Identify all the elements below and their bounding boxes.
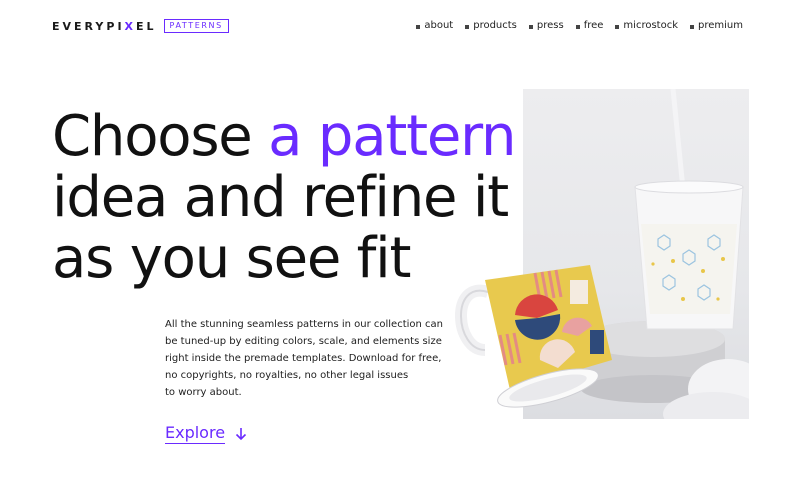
- description-line: All the stunning seamless patterns in ou…: [165, 319, 444, 330]
- headline-line-3: as you see fit: [52, 226, 412, 291]
- bullet-icon: [690, 25, 694, 29]
- nav-item-products[interactable]: products: [465, 20, 517, 31]
- nav-item-label: microstock: [623, 20, 678, 31]
- nav-item-press[interactable]: press: [528, 20, 564, 31]
- headline-line-1: Choose a pattern: [52, 104, 516, 169]
- bullet-icon: [528, 25, 533, 29]
- logo-wordmark: EVERYPIXEL: [52, 19, 157, 33]
- nav-item-about[interactable]: about: [416, 20, 453, 31]
- main-nav: about products press free microstock pre…: [416, 20, 743, 31]
- hero-headline: Choose a pattern idea and refine it as y…: [52, 104, 516, 291]
- headline-line-2: idea and refine it: [52, 165, 509, 230]
- description-line: right inside the premade templates. Down…: [165, 353, 442, 364]
- bullet-icon: [416, 25, 421, 29]
- nav-item-free[interactable]: free: [575, 20, 604, 31]
- logo[interactable]: EVERYPIXEL PATTERNS: [52, 19, 229, 33]
- nav-item-label: press: [536, 20, 564, 31]
- nav-item-label: free: [583, 20, 604, 31]
- nav-item-label: premium: [698, 20, 743, 31]
- nav-item-label: about: [424, 20, 454, 31]
- bullet-icon: [615, 25, 620, 29]
- nav-item-label: products: [473, 20, 517, 31]
- headline-accent: a pattern: [268, 104, 516, 169]
- logo-badge: PATTERNS: [163, 19, 229, 33]
- description-line: no copyrights, no royalties, no other le…: [165, 370, 409, 381]
- nav-item-microstock[interactable]: microstock: [615, 20, 678, 31]
- description-line: be tuned-up by editing colors, scale, an…: [165, 336, 442, 347]
- arrow-down-icon: [235, 427, 247, 440]
- description-line: to worry about.: [165, 387, 242, 398]
- nav-item-premium[interactable]: premium: [690, 20, 743, 31]
- bullet-icon: [465, 25, 470, 29]
- hero-description: All the stunning seamless patterns in ou…: [165, 316, 445, 401]
- explore-link[interactable]: Explore: [165, 423, 247, 444]
- bullet-icon: [575, 25, 580, 29]
- explore-label: Explore: [165, 423, 226, 444]
